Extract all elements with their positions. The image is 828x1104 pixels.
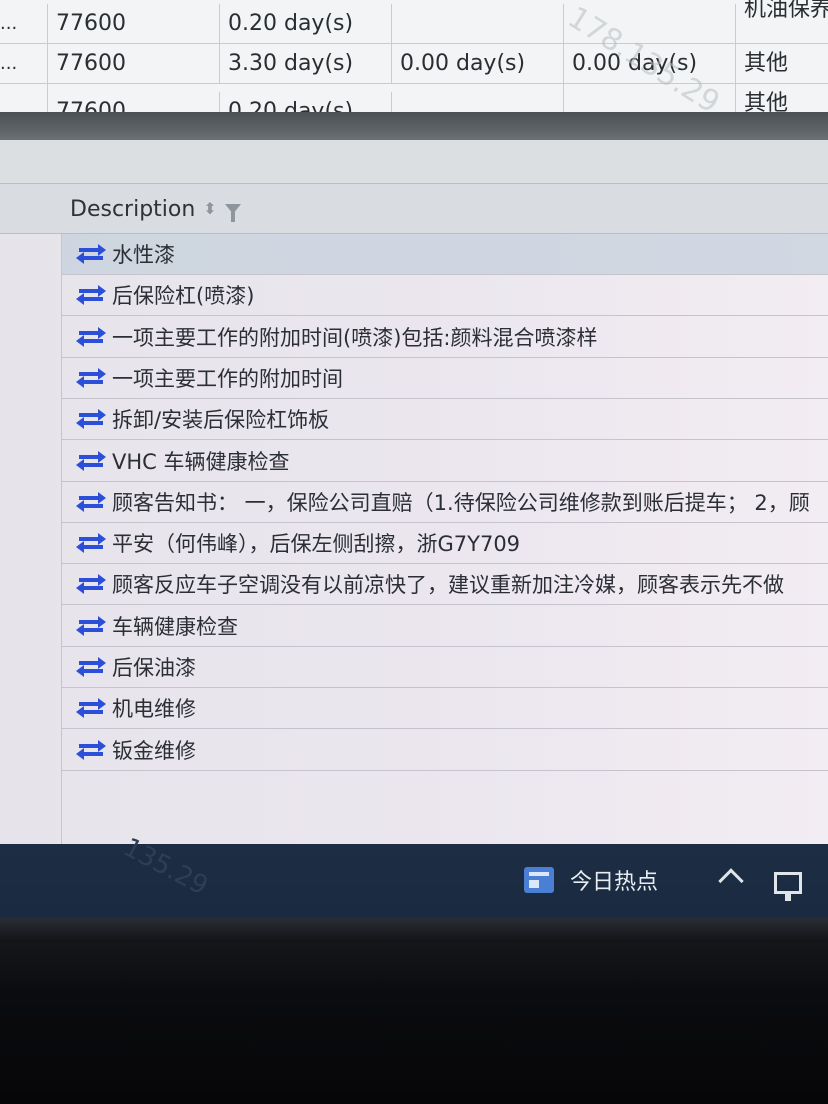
swap-arrows-icon[interactable] xyxy=(76,450,106,472)
swap-arrows-icon[interactable] xyxy=(76,284,106,306)
description-row[interactable]: 平安（何伟峰），后保左侧刮擦，浙G7Y709 xyxy=(62,523,828,565)
swap-arrows-icon[interactable] xyxy=(76,532,106,554)
sort-icon[interactable]: ⬍ xyxy=(203,201,216,217)
description-row[interactable]: 后保险杠(喷漆) xyxy=(62,275,828,317)
table-cell: 其他 xyxy=(744,51,789,76)
swap-arrows-icon[interactable] xyxy=(76,656,106,678)
description-text: 顾客告知书： 一，保险公司直赔（1.待保险公司维修款到账后提车； 2，顾 xyxy=(112,490,810,515)
upper-data-table: ... 77600 0.20 day(s) 机油保养 ... 77600 3.3… xyxy=(0,0,828,122)
description-row[interactable]: 水性漆 xyxy=(62,234,828,275)
description-row[interactable]: 一项主要工作的附加时间(喷漆)包括:颜料混合喷漆样 xyxy=(62,317,828,358)
description-text: 一项主要工作的附加时间(喷漆)包括:颜料混合喷漆样 xyxy=(112,325,598,350)
swap-arrows-icon[interactable] xyxy=(76,367,106,389)
description-row[interactable]: 一项主要工作的附加时间 xyxy=(62,358,828,399)
table-cell: 0.00 day(s) xyxy=(564,44,736,84)
description-text: 水性漆 xyxy=(112,243,175,267)
table-cell: 机油保养 xyxy=(744,0,828,22)
table-cell: 77600 xyxy=(48,44,220,84)
table-cell: 3.30 day(s) xyxy=(220,44,392,84)
description-text: 钣金维修 xyxy=(112,738,196,763)
description-text: 平安（何伟峰），后保左侧刮擦，浙G7Y709 xyxy=(112,532,521,557)
description-text: 拆卸/安装后保险杠饰板 xyxy=(112,408,330,433)
filter-icon[interactable] xyxy=(224,204,241,222)
column-header-label: Description xyxy=(70,196,196,222)
description-text: 顾客反应车子空调没有以前凉快了，建议重新加注冷媒，顾客表示先不做 xyxy=(112,573,784,598)
swap-arrows-icon[interactable] xyxy=(76,697,106,719)
description-text: 后保油漆 xyxy=(112,656,196,680)
network-icon[interactable] xyxy=(774,872,802,901)
description-row[interactable]: 车辆健康检查 xyxy=(62,606,828,647)
swap-arrows-icon[interactable] xyxy=(76,739,106,761)
description-column-header[interactable]: Description ⬍ xyxy=(62,184,241,234)
bezel-edge xyxy=(0,918,828,942)
description-row[interactable]: 拆卸/安装后保险杠饰板 xyxy=(62,399,828,441)
news-widget[interactable]: 今日热点 xyxy=(524,860,658,900)
table-cell: ... xyxy=(0,44,48,84)
panel-toolbar xyxy=(0,140,828,184)
description-text: 一项主要工作的附加时间 xyxy=(112,366,343,391)
description-row[interactable]: 机电维修 xyxy=(62,688,828,730)
news-widget-icon xyxy=(524,867,554,893)
grid-header: Description ⬍ xyxy=(0,184,828,234)
swap-arrows-icon[interactable] xyxy=(76,491,106,513)
swap-arrows-icon[interactable] xyxy=(76,615,106,637)
swap-arrows-icon[interactable] xyxy=(76,243,106,265)
table-cell: 77600 xyxy=(48,4,220,44)
description-row[interactable]: VHC 车辆健康检查 xyxy=(62,441,828,482)
chevron-up-icon[interactable] xyxy=(718,868,744,894)
news-widget-label: 今日热点 xyxy=(570,870,659,895)
table-row[interactable]: ... 77600 3.30 day(s) 0.00 day(s) 0.00 d… xyxy=(0,44,828,84)
description-row[interactable]: 后保油漆 xyxy=(62,647,828,688)
table-cell: 0.20 day(s) xyxy=(220,4,392,44)
description-row[interactable]: 顾客告知书： 一，保险公司直赔（1.待保险公司维修款到账后提车； 2，顾 xyxy=(62,482,828,523)
description-row[interactable]: 顾客反应车子空调没有以前凉快了，建议重新加注冷媒，顾客表示先不做 xyxy=(62,564,828,606)
description-text: 后保险杠(喷漆) xyxy=(112,284,255,309)
swap-arrows-icon[interactable] xyxy=(76,408,106,430)
swap-arrows-icon[interactable] xyxy=(76,326,106,348)
windows-taskbar: 135.29 今日热点 xyxy=(0,832,828,918)
table-cell xyxy=(564,4,736,44)
description-row[interactable]: 钣金维修 xyxy=(62,730,828,771)
table-cell xyxy=(392,4,564,44)
description-text: 机电维修 xyxy=(112,697,196,722)
table-cell: 0.00 day(s) xyxy=(392,44,564,84)
panel-splitter[interactable] xyxy=(0,112,828,140)
row-indicator-column xyxy=(0,184,62,844)
table-cell: ... xyxy=(0,4,48,44)
description-grid: Description ⬍ 水性漆后保险杠(喷漆) 一项主要工作的附加时间(喷漆)… xyxy=(0,184,828,844)
swap-arrows-icon[interactable] xyxy=(76,573,106,595)
description-text: VHC 车辆健康检查 xyxy=(112,449,290,474)
table-row[interactable]: ... 77600 0.20 day(s) 机油保养 xyxy=(0,0,828,44)
monitor-bezel xyxy=(0,918,828,1104)
description-text: 车辆健康检查 xyxy=(112,614,238,639)
